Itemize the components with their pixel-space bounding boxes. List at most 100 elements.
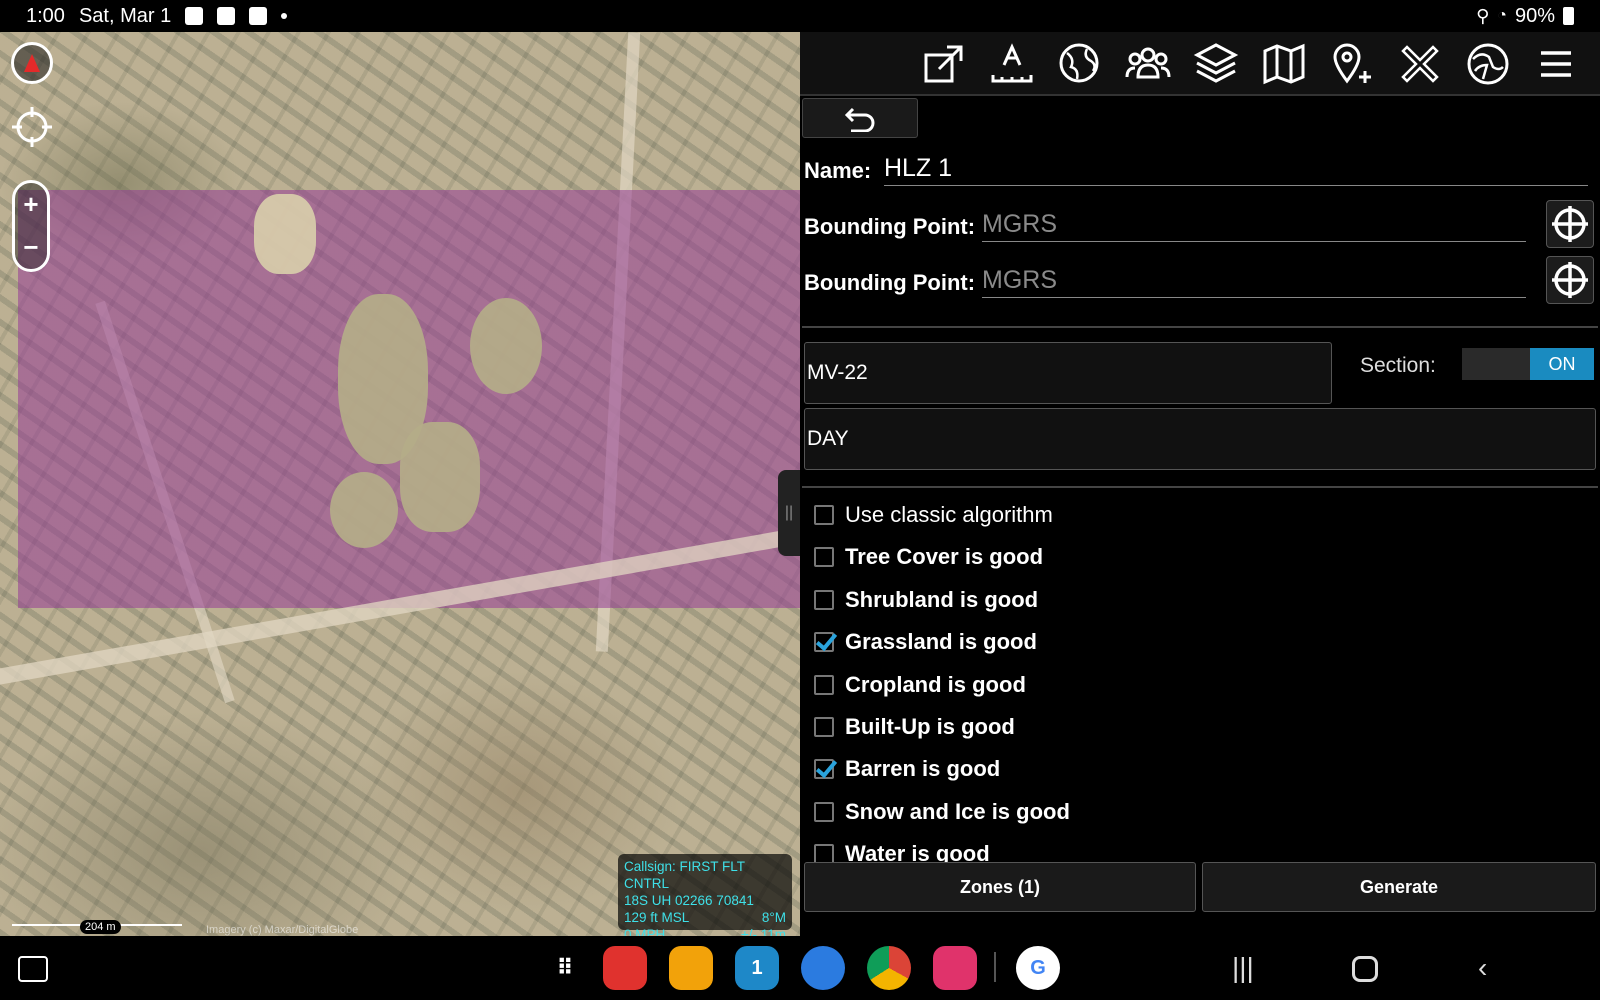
option-row[interactable]: Use classic algorithm [814,502,1053,528]
layers-icon[interactable] [1190,38,1242,90]
notes-app-icon[interactable] [603,946,647,990]
taskbar-toggle-icon[interactable] [18,956,48,982]
top-toolbar [800,32,1600,96]
option-label: Grassland is good [845,629,1037,655]
option-label: Tree Cover is good [845,544,1044,570]
wifi-icon: ◔ [1497,7,1507,24]
overlay-gap [330,472,398,548]
accuracy-text: +/- 11m [740,927,786,936]
zoom-out-button[interactable]: − [23,232,38,263]
navigation-bar: ⠿ 1 G ||| ‹ [0,936,1600,1000]
bounding-point-field-2[interactable]: MGRS [982,266,1526,298]
option-label: Shrubland is good [845,586,1039,612]
option-checkbox[interactable] [814,505,834,525]
bounding-point-field-1[interactable]: MGRS [982,210,1526,242]
menu-icon[interactable] [1530,38,1582,90]
imagery-attribution: Imagery (c) Maxar/DigitalGlobe [206,924,359,936]
files-app-icon[interactable] [669,946,713,990]
bounding-point-label-1: Bounding Point: [804,214,976,239]
contacts-icon[interactable] [1122,38,1174,90]
close-tools-icon[interactable] [1394,38,1446,90]
option-row[interactable]: Tree Cover is good [814,544,1043,570]
zoom-in-button[interactable]: + [23,189,38,220]
overlay-gap [400,422,480,532]
option-checkbox[interactable] [814,632,834,653]
callsign-text: Callsign: FIRST FLT CNTRL [624,859,745,891]
status-date: Sat, Mar 1 [78,4,172,27]
option-row[interactable]: Snow and Ice is good [814,799,1070,825]
more-notifications-icon [281,13,288,19]
altitude-text: 129 ft MSL [624,910,690,925]
compass-button[interactable] [11,42,53,84]
notification-icon [185,7,204,25]
compass-icon [24,54,40,72]
option-label: Built-Up is good [845,714,1015,739]
battery-icon [1563,7,1574,25]
overlay-gap [470,298,542,394]
camera-app-icon[interactable] [933,946,977,990]
option-checkbox[interactable] [814,801,834,822]
section-toggle[interactable]: ON [1462,348,1594,380]
battery-level: 90% [1514,4,1555,27]
gallery-icon [217,7,236,25]
name-label: Name: [804,158,872,183]
heading-text: 8°M [761,910,786,925]
back-button[interactable] [802,98,918,138]
time-of-day-dropdown[interactable]: DAY [804,408,1596,470]
option-row[interactable]: Barren is good [814,756,1000,782]
globe-icon[interactable] [1054,38,1106,90]
pick-point-button-2[interactable] [1546,256,1594,304]
app-drawer-icon[interactable]: ⠿ [543,946,587,990]
external-link-icon[interactable] [918,38,970,90]
measure-icon[interactable] [986,38,1038,90]
pick-point-button-1[interactable] [1546,200,1594,248]
zoom-control: + − [12,180,50,272]
divider [994,952,996,982]
mgrs-text: 18S UH 02266 70841 [624,893,754,908]
map-icon[interactable] [1258,38,1310,90]
option-checkbox[interactable] [814,589,834,610]
map-view[interactable]: + − || Callsign: FIRST FLT CNTRL 18S UH … [0,32,800,936]
bounding-point-label-2: Bounding Point: [804,270,976,295]
home-button[interactable] [1352,956,1378,982]
chrome-app-icon[interactable] [867,946,911,990]
option-row[interactable]: Grassland is good [814,629,1037,655]
overlay-gap [254,194,316,274]
section-label: Section: [1360,354,1436,377]
crosshair-icon [1552,206,1588,242]
generate-button[interactable]: Generate [1202,862,1596,912]
option-checkbox[interactable] [814,717,834,737]
scale-label: 204 m [80,920,121,934]
calendar-app-icon[interactable]: 1 [735,946,779,990]
status-bar: 1:00 Sat, Mar 1 ⚲ ◔ 90% [0,0,1600,32]
add-point-icon[interactable] [1326,38,1378,90]
messages-app-icon[interactable] [801,946,845,990]
locate-button[interactable] [11,106,53,148]
panel-resize-handle[interactable]: || [778,470,800,556]
undo-icon [844,107,875,132]
option-row[interactable]: Shrubland is good [814,587,1038,613]
name-field[interactable]: HLZ 1 [884,154,1588,186]
option-label: Barren is good [845,756,1001,782]
zones-button[interactable]: Zones (1) [804,862,1196,912]
option-row[interactable]: Cropland is good [814,672,1026,698]
recents-button[interactable]: ||| [1232,952,1254,984]
option-label: Use classic algorithm [845,502,1053,527]
option-label: Cropland is good [845,671,1026,697]
option-checkbox[interactable] [814,674,834,695]
divider [802,326,1598,328]
divider [802,486,1598,488]
aircraft-dropdown[interactable]: MV-22 [804,342,1332,404]
screenshot-icon [249,7,268,25]
self-info-box[interactable]: Callsign: FIRST FLT CNTRL 18S UH 02266 7… [618,854,792,936]
location-icon: ⚲ [1476,5,1490,26]
google-app-icon[interactable]: G [1016,946,1060,990]
speed-text: 0 MPH [624,927,666,936]
option-checkbox[interactable] [814,759,834,780]
option-row[interactable]: Built-Up is good [814,714,1015,740]
option-checkbox[interactable] [814,547,834,568]
hlz-panel: Name: HLZ 1 Bounding Point: MGRS Boundin… [800,32,1600,936]
back-nav-button[interactable]: ‹ [1478,952,1487,984]
elevation-icon[interactable] [1462,38,1514,90]
crosshair-icon [1552,262,1588,298]
